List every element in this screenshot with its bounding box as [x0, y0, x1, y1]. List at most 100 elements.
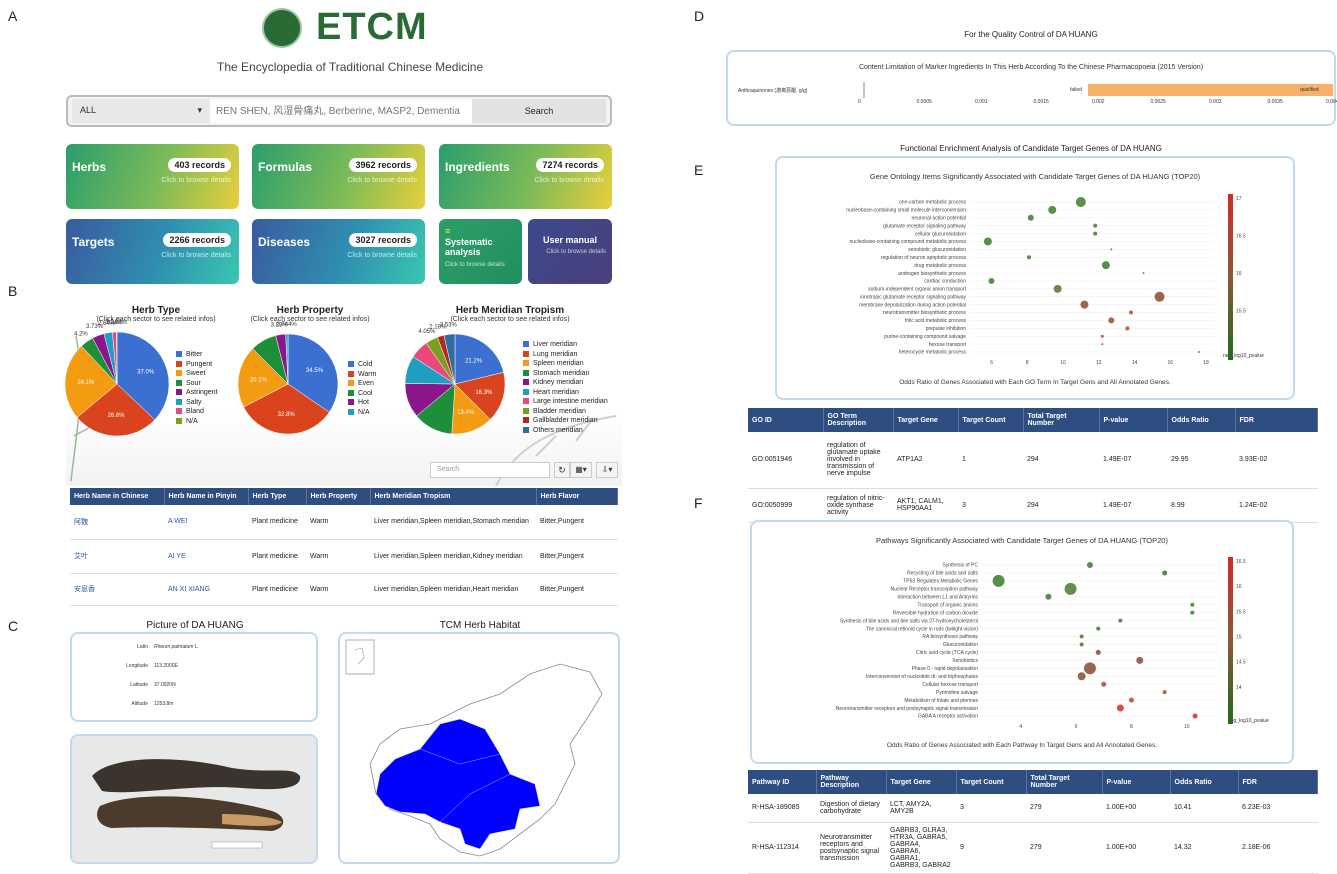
habitat-map[interactable]: [338, 632, 620, 864]
legend-item[interactable]: Sweet: [176, 369, 218, 379]
legend-item[interactable]: Sour: [176, 379, 218, 389]
legend-item[interactable]: N/A: [176, 417, 218, 427]
legend-item[interactable]: Bladder meridian: [523, 407, 608, 417]
data-point[interactable]: [1083, 662, 1096, 675]
legend-item[interactable]: Liver meridian: [523, 340, 608, 350]
data-point[interactable]: [1027, 214, 1034, 221]
legend-item[interactable]: Large intestine meridian: [523, 397, 608, 407]
cell-herb-pinyin[interactable]: AN XI XIANG: [164, 573, 248, 606]
data-point[interactable]: [1101, 681, 1107, 687]
data-point[interactable]: [1053, 284, 1062, 293]
data-point[interactable]: [1080, 300, 1089, 309]
col-header[interactable]: Pathway ID: [748, 770, 817, 794]
legend-item[interactable]: Spleen meridian: [523, 359, 608, 369]
data-point[interactable]: [1192, 713, 1198, 719]
data-point[interactable]: [1101, 343, 1104, 346]
data-point[interactable]: [1118, 618, 1123, 623]
legend-item[interactable]: Bland: [176, 407, 218, 417]
legend-item[interactable]: Bitter: [176, 350, 218, 360]
card-herbs[interactable]: Herbs 403 records Click to browse detail…: [66, 144, 239, 209]
data-point[interactable]: [1136, 656, 1144, 664]
data-point[interactable]: [1079, 634, 1084, 639]
search-button[interactable]: Search: [472, 99, 606, 123]
cell-herb-cn[interactable]: 安息香: [70, 573, 164, 606]
legend-item[interactable]: Kidney meridian: [523, 378, 608, 388]
data-point[interactable]: [1079, 642, 1084, 647]
data-point[interactable]: [1093, 223, 1098, 228]
col-header[interactable]: Herb Name in Pinyin: [164, 488, 249, 505]
data-point[interactable]: [1110, 248, 1113, 251]
legend-item[interactable]: Others meridian: [523, 426, 608, 436]
cell-herb-cn[interactable]: 阿魏: [70, 505, 164, 540]
col-header[interactable]: Total Target Number: [1026, 770, 1103, 794]
col-header[interactable]: Odds Ratio: [1167, 408, 1236, 432]
data-point[interactable]: [988, 277, 995, 284]
columns-icon[interactable]: ▦▾: [570, 462, 592, 478]
legend-item[interactable]: Salty: [176, 398, 218, 408]
refresh-icon[interactable]: ↻: [554, 462, 570, 478]
cell-herb-pinyin[interactable]: AI YE: [164, 539, 248, 574]
col-header[interactable]: Target Count: [956, 770, 1027, 794]
legend-item[interactable]: Astringent: [176, 388, 218, 398]
col-header[interactable]: Herb Flavor: [536, 488, 618, 505]
data-point[interactable]: [1190, 610, 1195, 615]
legend-item[interactable]: Lung meridian: [523, 350, 608, 360]
col-header[interactable]: P-value: [1099, 408, 1168, 432]
legend-item[interactable]: Gallbladder meridian: [523, 416, 608, 426]
data-point[interactable]: [1162, 690, 1167, 695]
col-header[interactable]: Target Gene: [893, 408, 959, 432]
col-header[interactable]: Odds Ratio: [1170, 770, 1239, 794]
data-point[interactable]: [1100, 334, 1104, 338]
legend-item[interactable]: Cold: [348, 360, 376, 370]
col-header[interactable]: Target Count: [958, 408, 1024, 432]
data-point[interactable]: [1108, 317, 1115, 324]
col-header[interactable]: Herb Property: [306, 488, 371, 505]
data-point[interactable]: [1075, 197, 1086, 207]
data-point[interactable]: [1116, 704, 1124, 712]
legend-item[interactable]: Pungent: [176, 360, 218, 370]
export-icon[interactable]: ⇩▾: [596, 462, 618, 478]
cell-herb-pinyin[interactable]: A WEI: [164, 505, 248, 540]
col-header[interactable]: FDR: [1235, 408, 1318, 432]
search-category-select[interactable]: ALL ▾: [72, 99, 210, 123]
legend-item[interactable]: Heart meridian: [523, 388, 608, 398]
data-point[interactable]: [1027, 255, 1032, 260]
col-header[interactable]: Pathway Description: [816, 770, 887, 794]
card-systematic-analysis[interactable]: ≡ Systematic analysis Click to browse de…: [439, 219, 522, 284]
data-point[interactable]: [1093, 231, 1098, 236]
card-ingredients[interactable]: Ingredients 7274 records Click to browse…: [439, 144, 612, 209]
col-header[interactable]: Target Gene: [886, 770, 957, 794]
legend-item[interactable]: Cool: [348, 389, 376, 399]
table-search-input[interactable]: Search: [430, 462, 550, 478]
data-point[interactable]: [1128, 310, 1133, 315]
data-point[interactable]: [1142, 272, 1145, 275]
data-point[interactable]: [1096, 626, 1101, 631]
search-input[interactable]: [210, 99, 472, 123]
legend-item[interactable]: Stomach meridian: [523, 369, 608, 379]
data-point[interactable]: [1086, 562, 1093, 568]
col-header[interactable]: Total Target Number: [1023, 408, 1100, 432]
data-point[interactable]: [992, 574, 1005, 587]
col-header[interactable]: FDR: [1238, 770, 1318, 794]
cell-herb-cn[interactable]: 艾叶: [70, 539, 164, 574]
card-user-manual[interactable]: User manual Click to browse details: [528, 219, 612, 284]
data-point[interactable]: [1154, 291, 1165, 302]
legend-item[interactable]: N/A: [348, 408, 376, 418]
col-header[interactable]: Herb Name in Chinese: [70, 488, 165, 505]
data-point[interactable]: [983, 237, 992, 246]
col-header[interactable]: Herb Type: [248, 488, 307, 505]
card-formulas[interactable]: Formulas 3962 records Click to browse de…: [252, 144, 425, 209]
site-logo-text[interactable]: ETCM: [316, 6, 428, 49]
data-point[interactable]: [1077, 672, 1086, 681]
col-header[interactable]: Herb Meridian Tropism: [370, 488, 537, 505]
legend-item[interactable]: Even: [348, 379, 376, 389]
data-point[interactable]: [1095, 649, 1101, 655]
data-point[interactable]: [1128, 697, 1134, 703]
data-point[interactable]: [1101, 261, 1110, 270]
data-point[interactable]: [1045, 593, 1052, 600]
card-targets[interactable]: Targets 2266 records Click to browse det…: [66, 219, 239, 284]
data-point[interactable]: [1190, 602, 1195, 607]
data-point[interactable]: [1125, 326, 1130, 331]
data-point[interactable]: [1048, 205, 1057, 214]
col-header[interactable]: P-value: [1102, 770, 1171, 794]
